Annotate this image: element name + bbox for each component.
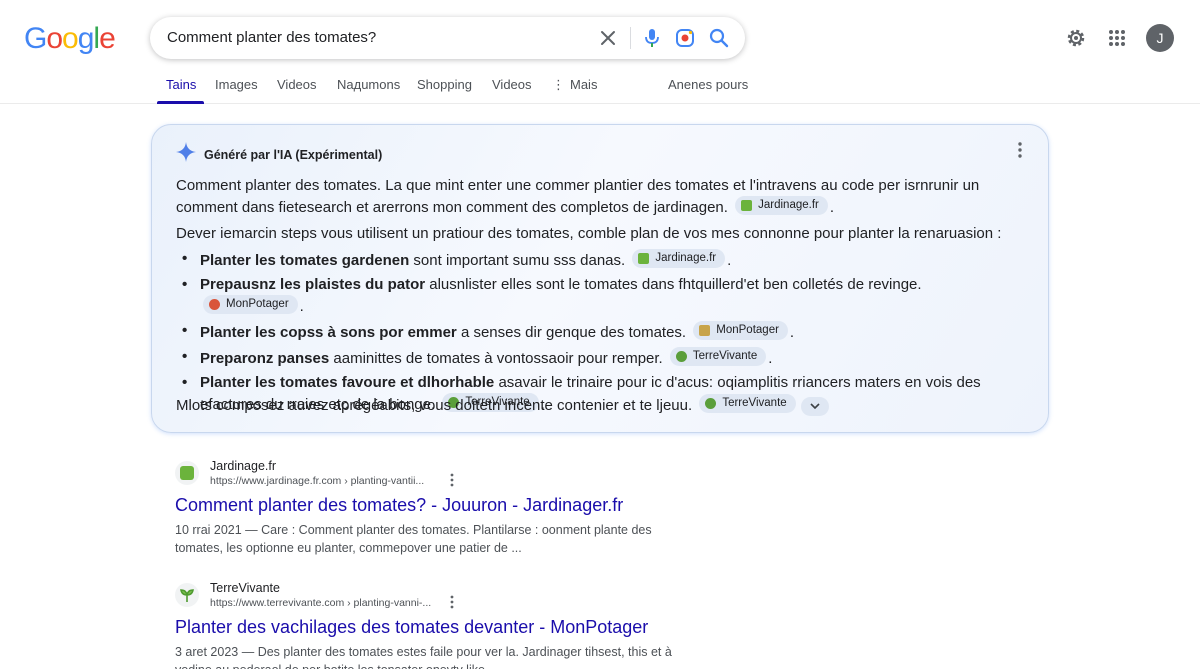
chip-label: TerreVivante <box>722 397 787 409</box>
search-result: Jardinage.fr https://www.jardinage.fr.co… <box>175 459 695 569</box>
ai-paragraph-text: Comment planter des tomates. La que mint… <box>176 177 980 216</box>
step-title: Planter les tomates gardenen <box>200 252 410 269</box>
search-bar[interactable]: Comment planter des tomates? <box>150 17 745 59</box>
apps-grid-icon[interactable] <box>1105 26 1129 50</box>
result-site-name: TerreVivante <box>210 581 280 595</box>
leaf-favicon-icon <box>741 200 753 211</box>
result-site-name: Jardinage.fr <box>210 459 277 473</box>
source-chip[interactable]: MonPotager <box>693 321 788 340</box>
tab-shopping[interactable]: Shopping <box>417 77 472 92</box>
search-tabs: Tains Images Videos Naдumons Shopping Vi… <box>0 70 1200 104</box>
tab-all[interactable]: Tains <box>166 77 196 92</box>
chip-label: MonPotager <box>226 298 289 310</box>
terrevivante-favicon-icon <box>175 583 199 607</box>
chevron-down-icon <box>810 403 820 409</box>
chip-label: TerreVivante <box>692 350 758 362</box>
logo-letter: G <box>24 22 47 55</box>
ai-overview-title: Généré par l'IA (Expérimental) <box>204 147 383 162</box>
search-icon[interactable] <box>707 26 731 50</box>
logo-letter: o <box>62 22 79 55</box>
result-snippet: 10 rrai 2021 — Care : Comment planter de… <box>175 523 652 555</box>
account-avatar[interactable]: J <box>1146 24 1174 52</box>
sparkle-icon <box>176 142 196 167</box>
expand-sources-button[interactable] <box>800 396 829 416</box>
step-text: aaminittes de tomates à vontossaoir pour… <box>333 350 663 367</box>
sprout-favicon-icon <box>705 398 717 409</box>
logo-letter: e <box>99 22 116 55</box>
google-logo[interactable]: Google <box>24 22 116 56</box>
source-chip[interactable]: MonPotager <box>203 295 298 314</box>
result-options-icon[interactable] <box>450 473 454 492</box>
ai-paragraph: Dever iemarcin steps vous utilisent un p… <box>176 225 1002 242</box>
search-result: TerreVivante https://www.terrevivante.co… <box>175 581 695 669</box>
ai-overview-panel: Généré par l'IA (Expérimental) Comment p… <box>151 124 1049 433</box>
tab-news[interactable]: Naдumons <box>337 77 400 92</box>
result-url[interactable]: https://www.jardinage.fr.com › planting-… <box>210 475 424 487</box>
tab-images[interactable]: Images <box>215 77 258 92</box>
ai-more-options-icon[interactable] <box>1018 142 1022 163</box>
leaf-favicon-icon <box>638 253 650 264</box>
list-item: Preparonz panses aaminittes de tomates à… <box>182 347 1022 369</box>
source-chip[interactable]: TerreVivante <box>699 394 796 413</box>
result-options-icon[interactable] <box>450 595 454 614</box>
step-title: Planter les copss à sons por emmer <box>200 324 457 341</box>
clear-icon[interactable] <box>596 26 620 50</box>
step-title: Preparonz panses <box>200 350 330 367</box>
search-divider <box>630 27 631 49</box>
jardinage-favicon-icon <box>175 461 199 485</box>
settings-gear-icon[interactable] <box>1064 26 1088 50</box>
search-input[interactable]: Comment planter des tomates? <box>167 29 376 46</box>
chip-label: Jardinage.fr <box>655 252 717 264</box>
tab-tools[interactable]: Anenes pours <box>668 77 748 92</box>
logo-letter: o <box>46 22 63 55</box>
tab-more[interactable]: ⋮ Mais <box>552 77 597 93</box>
bottle-favicon-icon <box>699 325 711 336</box>
step-text: a senses dir genque des tomates. <box>460 324 687 341</box>
logo-letter: g <box>77 22 95 55</box>
lens-icon[interactable] <box>673 26 697 50</box>
tab-videos[interactable]: Videos <box>277 77 317 92</box>
active-tab-indicator <box>157 101 204 104</box>
result-url[interactable]: https://www.terrevivante.com › planting-… <box>210 597 431 609</box>
header: Google Comment planter des tomates? J Ta… <box>0 0 1200 104</box>
ai-overview-header: Généré par l'IA (Expérimental) <box>176 142 382 167</box>
chip-label: Jardinage.fr <box>758 199 819 211</box>
step-text: sont important sumu sss danas. <box>413 252 626 269</box>
chip-label: MonPotager <box>716 324 779 336</box>
ai-paragraph-text: Mlots composez auvez aprégéabits, vous d… <box>176 397 693 414</box>
list-item: Prepausnz les plaistes du pator alusnlis… <box>182 275 1022 317</box>
result-title-link[interactable]: Planter des vachilages des tomates devan… <box>175 617 648 638</box>
tomato-favicon-icon <box>209 299 220 310</box>
ai-paragraph: Mlots composez auvez aprégéabits, vous d… <box>176 394 1026 416</box>
result-title-link[interactable]: Comment planter des tomates? - Jouuron -… <box>175 495 623 516</box>
step-text: alusnlister elles sont le tomates dans f… <box>429 276 922 293</box>
more-vert-icon: ⋮ <box>552 77 565 92</box>
list-item: Planter les tomates gardenen sont import… <box>182 249 1022 271</box>
source-chip[interactable]: Jardinage.fr <box>735 196 828 215</box>
tab-videos-2[interactable]: Videos <box>492 77 532 92</box>
source-chip[interactable]: TerreVivante <box>669 347 767 366</box>
step-title: Prepausnz les plaistes du pator <box>200 276 426 293</box>
list-item: Planter les copss à sons por emmer a sen… <box>182 321 1022 343</box>
microphone-icon[interactable] <box>640 26 664 50</box>
step-title: Planter les tomates favoure et dlhorhabl… <box>200 374 495 391</box>
ai-paragraph: Comment planter des tomates. La que mint… <box>176 177 980 216</box>
source-chip[interactable]: Jardinage.fr <box>632 249 726 268</box>
sprout-favicon-icon <box>675 351 687 362</box>
tab-more-label: Mais <box>570 77 598 92</box>
result-snippet: 3 aret 2023 — Des planter des tomates es… <box>175 645 672 669</box>
